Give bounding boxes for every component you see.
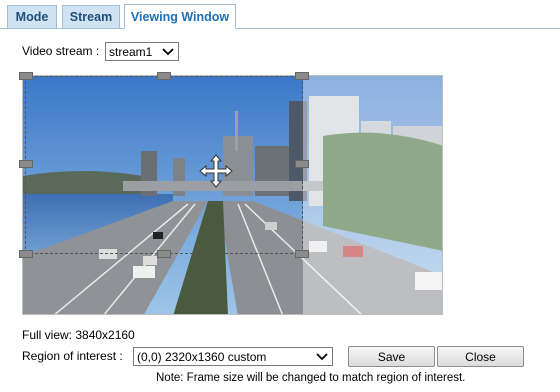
region-of-interest-value: (0,0) 2320x1360 custom (137, 349, 267, 364)
tab-stream[interactable]: Stream (62, 5, 120, 28)
roi-handle-bottom-middle[interactable] (157, 250, 171, 258)
roi-selection-box[interactable] (25, 76, 303, 254)
video-stream-select[interactable]: stream1 (105, 42, 179, 61)
tab-viewing-window[interactable]: Viewing Window (124, 4, 236, 29)
roi-handle-bottom-left[interactable] (19, 250, 33, 258)
region-of-interest-select[interactable]: (0,0) 2320x1360 custom (133, 347, 333, 366)
video-stream-label: Video stream : (22, 44, 100, 58)
region-of-interest-label: Region of interest : (22, 349, 123, 363)
video-stream-value: stream1 (109, 44, 153, 59)
roi-handle-middle-right[interactable] (295, 160, 309, 168)
move-icon[interactable] (199, 154, 233, 188)
tab-mode[interactable]: Mode (7, 5, 57, 28)
roi-handle-bottom-right[interactable] (295, 250, 309, 258)
roi-handle-top-right[interactable] (295, 72, 309, 80)
frame-size-note: Note: Frame size will be changed to matc… (156, 372, 466, 384)
full-view-text: Full view: 3840x2160 (22, 328, 135, 342)
save-button[interactable]: Save (348, 346, 435, 367)
roi-handle-top-left[interactable] (19, 72, 33, 80)
roi-handle-middle-left[interactable] (19, 160, 33, 168)
tab-bar-underline (0, 28, 560, 29)
tab-bar: Mode Stream Viewing Window (0, 0, 560, 30)
chevron-down-icon (162, 48, 174, 56)
chevron-down-icon (316, 353, 328, 361)
outside-roi-overlay (303, 76, 442, 314)
close-button[interactable]: Close (437, 346, 524, 367)
roi-handle-top-middle[interactable] (157, 72, 171, 80)
